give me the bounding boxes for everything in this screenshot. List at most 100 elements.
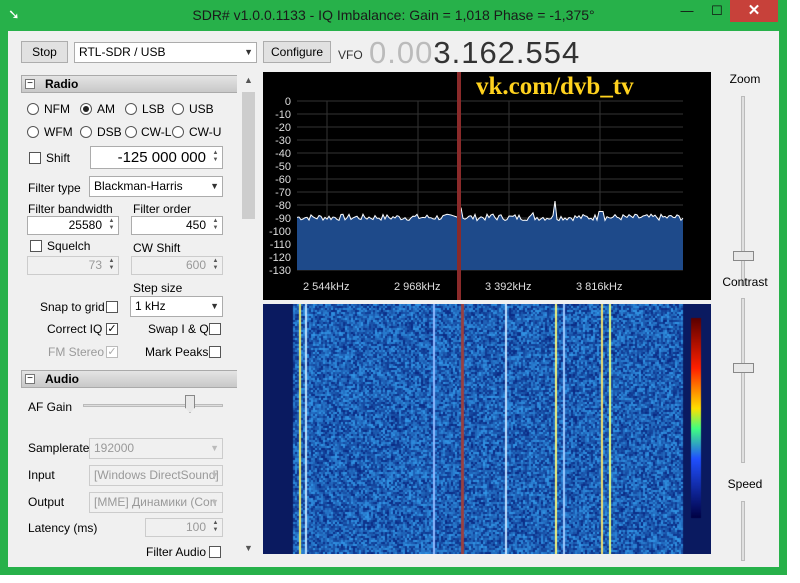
swap-iq-checkbox[interactable] [209, 323, 221, 335]
radio-lsb[interactable] [125, 103, 137, 115]
db-tick-label: -80 [275, 200, 291, 212]
radio-dsb[interactable] [80, 126, 92, 138]
db-tick-label: 0 [285, 96, 291, 108]
close-button[interactable]: ✕ [730, 0, 778, 22]
filter-order-label: Filter order [133, 202, 192, 216]
step-size-select[interactable]: 1 kHz ▼ [130, 296, 223, 317]
scroll-up-icon[interactable]: ▲ [240, 75, 257, 85]
db-tick-label: -70 [275, 187, 291, 199]
filter-bandwidth-input[interactable]: 25580 ▲ ▼ [27, 216, 119, 235]
audio-section-header[interactable]: − Audio [21, 370, 237, 388]
chevron-down-icon: ▼ [210, 470, 219, 480]
spin-arrows-icon[interactable]: ▲ ▼ [106, 258, 117, 273]
source-select[interactable]: RTL-SDR / USB ▼ [74, 42, 257, 63]
cw-shift-label: CW Shift [133, 241, 181, 255]
spin-arrows-icon[interactable]: ▲ ▼ [210, 218, 221, 233]
spin-arrows-icon[interactable]: ▲ ▼ [210, 258, 221, 273]
af-gain-thumb[interactable] [185, 395, 195, 413]
zoom-label: Zoom [729, 72, 761, 86]
vfo-leading-digits: 0.00 [369, 35, 434, 70]
output-value: [MME] Динамики (Con [94, 495, 217, 509]
fm-stereo-label: FM Stereo [48, 345, 105, 359]
mark-peaks-checkbox[interactable] [209, 346, 221, 358]
watermark-text: vk.com/dvb_tv [476, 73, 634, 100]
spin-arrows-icon[interactable]: ▲ ▼ [210, 150, 221, 165]
radio-cwu-label: CW-U [189, 125, 222, 139]
minimize-button[interactable]: — [673, 0, 701, 22]
latency-label: Latency (ms) [28, 521, 98, 535]
shift-checkbox[interactable] [29, 152, 41, 164]
tuning-marker[interactable] [457, 72, 461, 300]
db-tick-label: -130 [269, 265, 291, 277]
radio-nfm[interactable] [27, 103, 39, 115]
collapse-icon[interactable]: − [25, 79, 35, 89]
stop-button[interactable]: Stop [21, 41, 68, 63]
filter-order-input[interactable]: 450 ▲ ▼ [131, 216, 223, 235]
freq-tick-label: 2 968kHz [394, 281, 440, 293]
contrast-slider-thumb[interactable] [733, 363, 754, 373]
radio-cwu[interactable] [172, 126, 184, 138]
swap-iq-label: Swap I & Q [148, 322, 209, 336]
cw-shift-input[interactable]: 600 ▲ ▼ [131, 256, 223, 275]
scroll-down-icon[interactable]: ▼ [240, 543, 257, 553]
waterfall-display[interactable] [263, 304, 711, 554]
radio-cwl[interactable] [125, 126, 137, 138]
step-size-value: 1 kHz [135, 299, 166, 313]
scrollbar-thumb[interactable] [242, 92, 255, 219]
freq-tick-label: 3 816kHz [576, 281, 622, 293]
filter-type-select[interactable]: Blackman-Harris ▼ [89, 176, 223, 197]
radio-usb[interactable] [172, 103, 184, 115]
snap-to-grid-label: Snap to grid [40, 300, 105, 314]
correct-iq-checkbox[interactable]: ✓ [106, 323, 118, 335]
spectrum-plot: 0-10-20-30-40-50-60-70-80-90-100-110-120… [269, 72, 684, 300]
spectrum-fill [297, 201, 683, 270]
correct-iq-label: Correct IQ [47, 322, 103, 336]
spin-arrows-icon[interactable]: ▲ ▼ [106, 218, 117, 233]
input-value: [Windows DirectSound] [94, 468, 219, 482]
audio-header-label: Audio [45, 372, 79, 386]
db-tick-label: -20 [275, 122, 291, 134]
configure-button[interactable]: Configure [263, 41, 331, 63]
db-tick-label: -50 [275, 161, 291, 173]
filter-type-value: Blackman-Harris [94, 179, 183, 193]
samplerate-value: 192000 [94, 441, 135, 455]
latency-input[interactable]: 100 ▲ ▼ [145, 518, 223, 537]
db-tick-label: -100 [269, 226, 291, 238]
samplerate-select[interactable]: 192000 ▼ [89, 438, 223, 459]
main-window: ➘ SDR# v1.0.0.1133 - IQ Imbalance: Gain … [0, 0, 787, 575]
vfo-display[interactable]: 0.003.162.554 [369, 35, 580, 71]
spin-arrows-icon[interactable]: ▲ ▼ [210, 520, 221, 535]
settings-scrollbar[interactable]: ▲ ▼ [240, 73, 257, 558]
output-select[interactable]: [MME] Динамики (Con ▼ [89, 492, 223, 513]
radio-wfm-label: WFM [44, 125, 73, 139]
db-tick-label: -110 [270, 239, 291, 251]
af-gain-slider[interactable] [83, 404, 223, 407]
window-title: SDR# v1.0.0.1133 - IQ Imbalance: Gain = … [192, 7, 595, 23]
chevron-down-icon: ▼ [210, 181, 219, 191]
maximize-button[interactable]: ☐ [703, 0, 731, 22]
contrast-slider[interactable] [741, 298, 745, 463]
squelch-checkbox[interactable] [30, 240, 42, 252]
squelch-value: 73 [88, 258, 102, 272]
title-bar[interactable]: ➘ SDR# v1.0.0.1133 - IQ Imbalance: Gain … [0, 0, 787, 30]
chevron-down-icon: ▼ [210, 443, 219, 453]
chevron-down-icon: ▼ [210, 301, 219, 311]
radio-am-label: AM [97, 102, 115, 116]
collapse-icon[interactable]: − [25, 374, 35, 384]
squelch-input[interactable]: 73 ▲ ▼ [27, 256, 119, 275]
db-tick-label: -90 [275, 213, 291, 225]
filter-audio-checkbox[interactable] [209, 546, 221, 558]
shift-input[interactable]: -125 000 000 ▲ ▼ [90, 146, 223, 169]
fm-stereo-checkbox[interactable]: ✓ [106, 346, 118, 358]
filter-order-value: 450 [185, 218, 206, 232]
zoom-slider-thumb[interactable] [733, 251, 754, 261]
snap-to-grid-checkbox[interactable] [106, 301, 118, 313]
input-select[interactable]: [Windows DirectSound] ▼ [89, 465, 223, 486]
radio-am[interactable] [80, 103, 92, 115]
speed-slider[interactable] [741, 501, 745, 561]
spectrum-analyzer[interactable]: 0 -10 -20 -30 -40 -50 -60 -70 -80 -90 -100 -110 -120… [263, 72, 711, 300]
db-tick-label: -60 [275, 174, 291, 186]
radio-section-header[interactable]: − Radio [21, 75, 237, 93]
db-tick-label: -30 [275, 135, 291, 147]
radio-wfm[interactable] [27, 126, 39, 138]
